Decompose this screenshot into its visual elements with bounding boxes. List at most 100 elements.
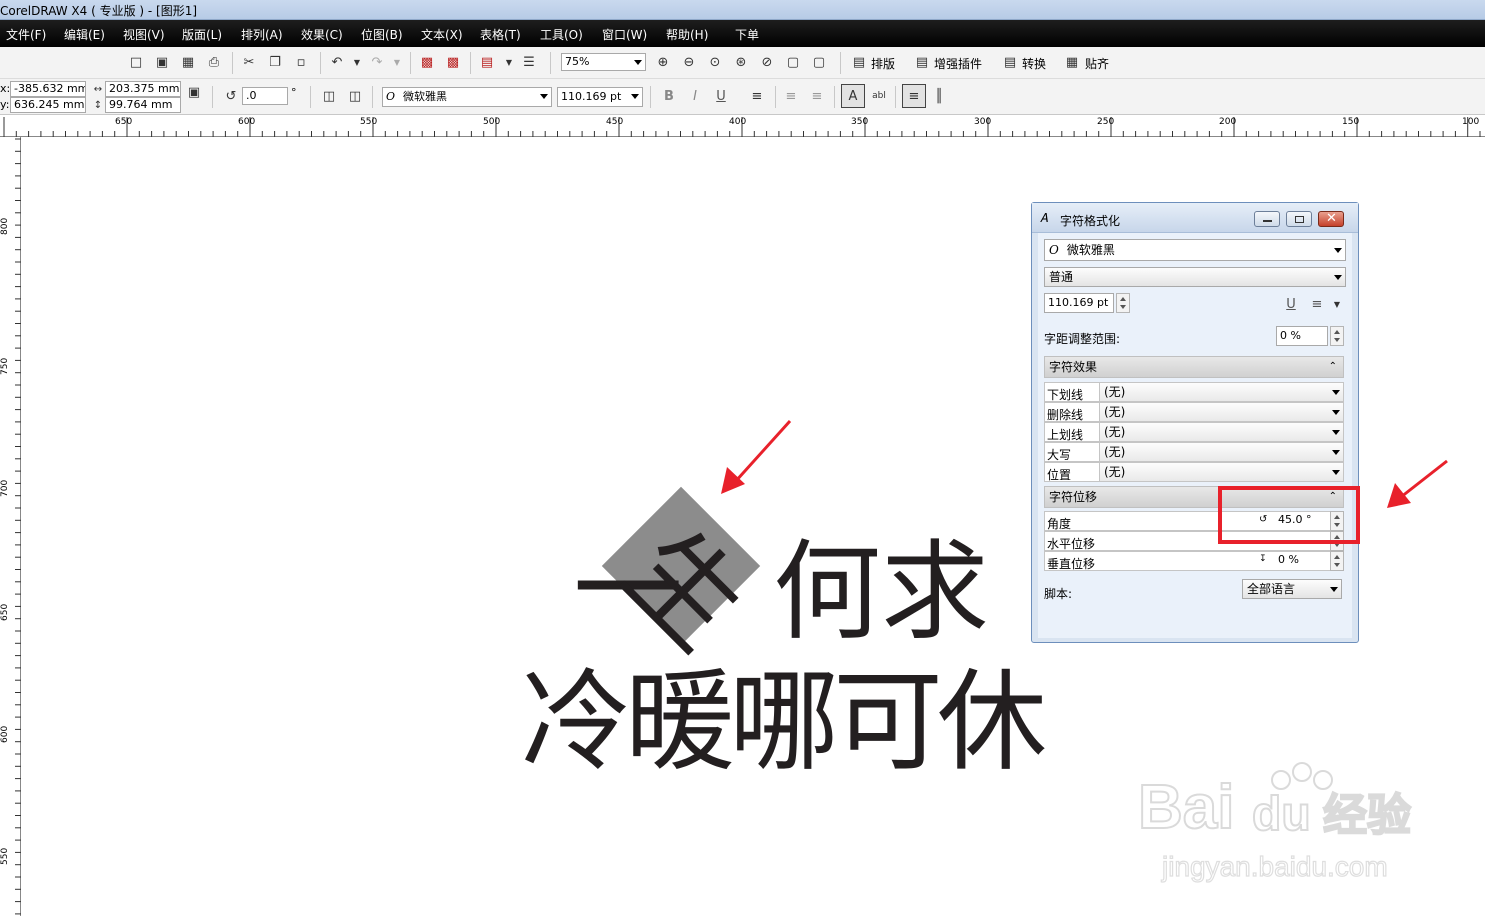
svg-text:Bai: Bai — [1138, 773, 1234, 842]
zoom-height-icon[interactable]: ▢ — [810, 53, 828, 71]
v-tick-label: 700 — [0, 479, 10, 497]
vertical-shift-field[interactable]: 0 % — [1275, 553, 1325, 569]
menu-view[interactable]: 视图(V) — [123, 26, 165, 43]
h-tick-label: 200 — [1219, 117, 1237, 127]
maximize-button[interactable] — [1286, 211, 1312, 227]
height-field[interactable]: 99.764 mm — [105, 97, 181, 113]
mirror-horizontal-icon[interactable]: ◫ — [320, 87, 338, 105]
zoom-level-select[interactable]: 75% — [561, 53, 646, 71]
zoom-page-icon[interactable]: ⊘ — [758, 53, 776, 71]
kerning-spinner[interactable] — [1330, 326, 1344, 346]
undo-icon[interactable]: ↶ — [328, 53, 346, 71]
effect-select[interactable]: (无) — [1099, 423, 1343, 441]
x-position-field[interactable]: -385.632 mm — [10, 81, 86, 97]
effect-value: (无) — [1104, 425, 1126, 439]
edit-text-icon[interactable]: abl — [870, 87, 888, 105]
y-position-field[interactable]: 636.245 mm — [10, 97, 86, 113]
italic-icon[interactable]: I — [686, 87, 704, 105]
kerning-field[interactable]: 0 % — [1276, 326, 1328, 346]
zoom-all-icon[interactable]: ⊛ — [732, 53, 750, 71]
docker-font-size-field[interactable]: 110.169 pt — [1044, 293, 1114, 313]
align-icon[interactable]: ≡ — [1308, 295, 1326, 313]
character-effects-header[interactable]: 字符效果 ⌃ — [1044, 356, 1344, 378]
welcome-screen-icon[interactable]: ☰ — [520, 53, 538, 71]
canvas-text-line1[interactable]: 何求 — [773, 539, 989, 647]
menu-edit[interactable]: 编辑(E) — [64, 26, 105, 43]
angle-field[interactable]: .0 — [242, 87, 288, 105]
canvas-text-line2[interactable]: 冷暖哪可休 — [521, 667, 1047, 777]
mirror-vertical-icon[interactable]: ◫ — [346, 87, 364, 105]
convert-button[interactable]: 转换 — [1022, 55, 1046, 72]
font-size-spinner[interactable] — [1116, 293, 1130, 313]
menu-window[interactable]: 窗口(W) — [602, 26, 647, 43]
cut-icon[interactable]: ✂ — [240, 53, 258, 71]
menu-effects[interactable]: 效果(C) — [301, 26, 343, 43]
underline-icon[interactable]: U — [1282, 295, 1300, 313]
docker-font-select[interactable]: O 微软雅黑 — [1044, 239, 1346, 261]
snap-button[interactable]: 贴齐 — [1085, 55, 1109, 72]
vertical-shift-spinner[interactable] — [1330, 551, 1344, 571]
horizontal-text-icon[interactable]: ≡ — [902, 84, 926, 108]
menu-tools[interactable]: 工具(O) — [540, 26, 583, 43]
minimize-button[interactable] — [1254, 211, 1280, 227]
export-icon[interactable]: ▩ — [444, 53, 462, 71]
svg-text:经验: 经验 — [1323, 790, 1411, 841]
open-folder-icon[interactable]: ▣ — [153, 53, 171, 71]
width-field[interactable]: 203.375 mm — [105, 81, 181, 97]
drop-cap-icon[interactable]: ≡ — [808, 87, 826, 105]
import-icon[interactable]: ▩ — [418, 53, 436, 71]
bullet-list-icon[interactable]: ≡ — [782, 87, 800, 105]
save-icon[interactable]: ▦ — [179, 53, 197, 71]
menu-file[interactable]: 文件(F) — [6, 26, 46, 43]
new-document-icon[interactable]: □ — [127, 53, 145, 71]
character-formatting-icon[interactable]: A — [841, 84, 865, 108]
script-select[interactable]: 全部语言 — [1242, 579, 1342, 599]
effect-select[interactable]: (无) — [1099, 383, 1343, 401]
menu-bitmaps[interactable]: 位图(B) — [361, 26, 403, 43]
font-list-select[interactable]: O 微软雅黑 — [382, 87, 552, 107]
zoom-in-icon[interactable]: ⊕ — [654, 53, 672, 71]
zoom-selected-icon[interactable]: ⊙ — [706, 53, 724, 71]
align-icon[interactable]: ≡ — [748, 87, 766, 105]
bold-icon[interactable]: B — [660, 87, 678, 105]
launcher-dropdown-icon[interactable]: ▼ — [500, 53, 518, 71]
application-launcher-icon[interactable]: ▤ — [478, 53, 496, 71]
chevron-down-icon — [1334, 248, 1342, 253]
shift-label: 水平位移 — [1047, 537, 1096, 551]
effect-select[interactable]: (无) — [1099, 463, 1343, 481]
vertical-text-icon[interactable]: ║ — [930, 87, 948, 105]
menu-layout[interactable]: 版面(L) — [182, 26, 222, 43]
menu-text[interactable]: 文本(X) — [421, 26, 463, 43]
zoom-width-icon[interactable]: ▢ — [784, 53, 802, 71]
title-bar: CorelDRAW X4 ( 专业版 ) - [图形1] — [0, 0, 1485, 20]
paste-icon[interactable]: ▫ — [292, 53, 310, 71]
font-size-select[interactable]: 110.169 pt — [557, 87, 643, 107]
shift-label: 角度 — [1047, 517, 1072, 531]
copy-icon[interactable]: ❐ — [266, 53, 284, 71]
menu-arrange[interactable]: 排列(A) — [241, 26, 283, 43]
menu-help[interactable]: 帮助(H) — [666, 26, 708, 43]
zoom-out-icon[interactable]: ⊖ — [680, 53, 698, 71]
vertical-ruler[interactable]: 800 750 700 650 600 550 — [0, 137, 21, 916]
effect-select[interactable]: (无) — [1099, 403, 1343, 421]
close-button[interactable]: ✕ — [1318, 211, 1344, 227]
redo-dropdown-icon[interactable]: ▼ — [388, 53, 406, 71]
print-icon[interactable]: ⎙ — [205, 53, 223, 71]
menu-order[interactable]: 下单 — [735, 26, 759, 43]
effect-row-strikethrough: 删除线 (无) — [1044, 402, 1344, 422]
docker-title-bar[interactable]: 𝐴 字符格式化 ✕ — [1032, 203, 1358, 233]
layout-button[interactable]: 排版 — [871, 55, 895, 72]
redo-icon[interactable]: ↷ — [368, 53, 386, 71]
menu-table[interactable]: 表格(T) — [480, 26, 521, 43]
lock-ratio-icon[interactable]: ▣ — [185, 83, 203, 101]
horizontal-ruler[interactable]: 650 600 550 500 450 400 350 300 250 200 … — [0, 115, 1485, 137]
underline-icon[interactable]: U — [712, 87, 730, 105]
v-tick-label: 600 — [0, 725, 10, 743]
undo-dropdown-icon[interactable]: ▼ — [348, 53, 366, 71]
align-dropdown-icon[interactable]: ▼ — [1328, 295, 1346, 313]
svg-text:du: du — [1252, 788, 1311, 841]
enhanced-plugin-button[interactable]: 增强插件 — [934, 55, 982, 72]
docker-style-select[interactable]: 普通 — [1044, 267, 1346, 287]
character-effects-title: 字符效果 — [1049, 360, 1098, 374]
effect-select[interactable]: (无) — [1099, 443, 1343, 461]
